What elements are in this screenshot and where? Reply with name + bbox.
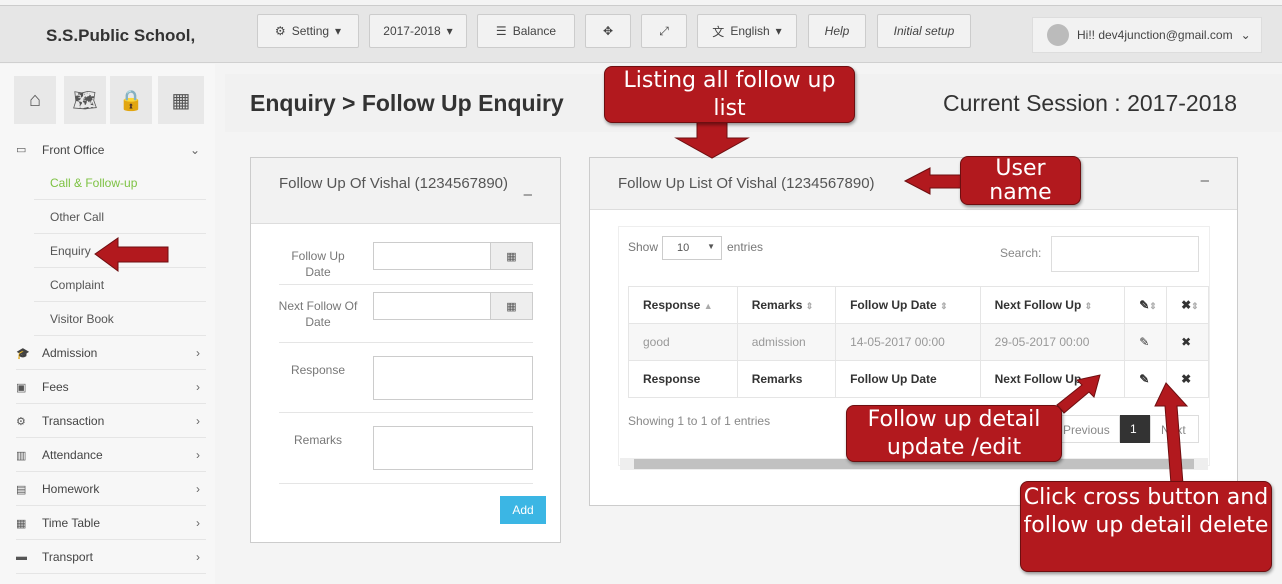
callout-user-name: User name (960, 156, 1081, 205)
arrow-enquiry (94, 237, 169, 272)
callout-delete: Click cross button and follow up detail … (1020, 481, 1272, 572)
callout-listing: Listing all follow up list (604, 66, 855, 123)
arrow-listing (674, 121, 750, 159)
callout-edit: Follow up detail update /edit (846, 405, 1062, 462)
arrow-delete (1154, 382, 1189, 485)
arrow-user-name (903, 167, 963, 195)
arrow-edit (1056, 374, 1101, 414)
